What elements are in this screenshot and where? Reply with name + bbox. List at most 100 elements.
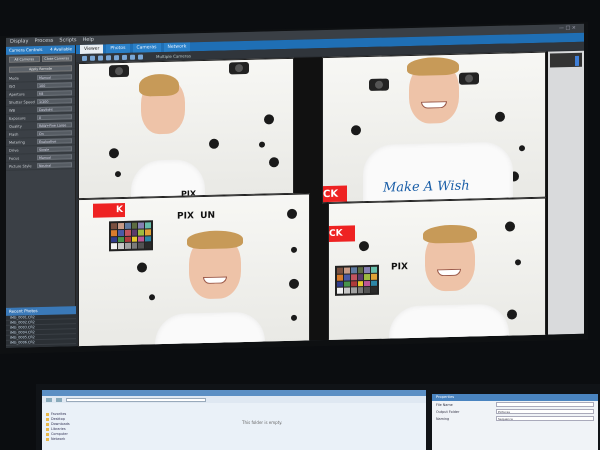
camera-feed-2[interactable]: CK Make A Wish [322, 51, 546, 204]
color-swatch [364, 280, 371, 287]
histogram-panel [548, 50, 584, 335]
color-swatch [337, 287, 343, 294]
camera-feed-4[interactable]: CK PIX [328, 197, 546, 343]
setting-value-select[interactable]: f/8 [37, 90, 72, 97]
setting-label: Exposure [9, 115, 26, 121]
properties-list: File Name Output Folder Pictures Naming Sequ… [432, 401, 598, 422]
properties-title[interactable]: Properties [432, 394, 598, 401]
menu-item-process[interactable]: Process [34, 37, 53, 46]
color-swatch [357, 267, 364, 274]
folder-item[interactable]: Network [46, 437, 96, 442]
color-swatch [131, 236, 138, 243]
histogram-chart [550, 52, 582, 68]
color-swatch [364, 266, 371, 273]
properties-window: Properties File Name Output Folder Picture… [432, 394, 598, 450]
setting-value-select[interactable]: Manual [37, 154, 72, 161]
setting-value-select[interactable]: Single [37, 146, 72, 153]
color-swatch [364, 287, 371, 294]
camera-grid: PIX CK Make A Wish K PIX UN CK PIX [78, 51, 548, 348]
color-swatch [343, 267, 350, 274]
capture-icon[interactable] [138, 54, 143, 60]
property-row: File Name [432, 401, 598, 408]
color-swatch [371, 287, 377, 293]
color-swatch [117, 229, 124, 236]
property-label: Naming [436, 416, 450, 421]
shirt-logo-text: Make A Wish [383, 178, 470, 196]
list-item[interactable]: IMG_0006.CR2 [6, 339, 76, 346]
recent-photos-list: IMG_0001.CR2 IMG_0002.CR2 IMG_0003.CR2 IMG_… [6, 314, 76, 346]
color-swatch [124, 243, 131, 249]
setting-value-select[interactable]: 1/200 [37, 98, 72, 105]
color-swatch [371, 273, 377, 280]
view-mode-select[interactable]: Multiple Cameras [156, 53, 191, 59]
color-swatch [138, 242, 145, 249]
color-swatch [111, 229, 117, 236]
camera-feed-1[interactable]: PIX [78, 57, 294, 200]
recent-photos-panel: Recent Photos IMG_0001.CR2 IMG_0002.CR2 IM… [6, 306, 76, 348]
color-swatch [117, 236, 124, 243]
rotate-tool-icon[interactable] [106, 54, 111, 60]
color-swatch [131, 229, 138, 236]
strobe-light-icon [369, 78, 389, 91]
menu-item-help[interactable]: Help [83, 36, 94, 45]
red-marker: K [93, 202, 125, 218]
color-swatch [364, 273, 371, 280]
setting-label: Focus [9, 156, 20, 161]
menu-item-display[interactable]: Display [10, 37, 28, 46]
forward-icon[interactable] [56, 397, 62, 402]
color-swatch [111, 236, 117, 243]
color-checker-chart [109, 220, 153, 252]
setting-value-select[interactable]: RAW+Fine Large [37, 122, 72, 129]
single-view-icon[interactable] [122, 54, 127, 60]
zoom-tool-icon[interactable] [98, 54, 103, 61]
secondary-monitor: Favorites Desktop Downloads Libraries Comput… [36, 384, 600, 450]
color-swatch [131, 242, 138, 249]
move-tool-icon[interactable] [90, 55, 95, 61]
camera-count: 4 Available [50, 46, 72, 52]
menu-item-scripts[interactable]: Scripts [59, 36, 76, 45]
back-icon[interactable] [46, 397, 52, 402]
color-swatch [124, 222, 131, 229]
setting-label: Drive [9, 148, 19, 153]
close-cameras-button[interactable]: Close Cameras [41, 55, 72, 62]
file-explorer-window: Favorites Desktop Downloads Libraries Comput… [42, 390, 426, 450]
color-swatch [131, 222, 138, 229]
setting-value-select[interactable]: 0 [37, 114, 72, 121]
setting-value-select[interactable]: Evaluative [37, 138, 72, 145]
all-cameras-button[interactable]: All Cameras [9, 56, 40, 63]
property-value-field[interactable]: Pictures [496, 409, 594, 414]
setting-value-select[interactable]: Neutral [37, 162, 72, 169]
property-row: Output Folder Pictures [432, 408, 598, 415]
color-swatch [337, 281, 343, 288]
setting-label: Quality [9, 123, 22, 129]
explorer-address-bar [42, 396, 426, 403]
color-swatch [145, 229, 151, 235]
select-tool-icon[interactable] [82, 55, 87, 61]
grid-view-icon[interactable] [114, 54, 119, 60]
property-value-field[interactable] [496, 402, 594, 407]
setting-label: Flash [9, 132, 19, 137]
color-swatch [371, 266, 377, 273]
setting-label: Aperture [9, 91, 25, 97]
setting-value-select[interactable]: 100 [37, 82, 72, 89]
apply-remote-button[interactable]: Apply Remote [9, 65, 72, 73]
color-swatch [343, 274, 350, 281]
address-input[interactable] [66, 397, 206, 402]
strobe-light-icon [459, 72, 479, 85]
window-controls[interactable]: — □ × [559, 24, 576, 33]
empty-folder-message: This folder is empty. [242, 420, 283, 425]
camera-controls-panel: Camera Controls 4 Available All Cameras … [6, 45, 76, 348]
color-swatch [350, 280, 357, 287]
compare-view-icon[interactable] [130, 54, 135, 60]
color-swatch [350, 267, 357, 274]
setting-value-select[interactable]: On [37, 130, 72, 137]
setting-value-select[interactable]: Daylight [37, 106, 72, 113]
camera-feed-3[interactable]: K PIX UN [78, 193, 310, 348]
brand-logo-suffix: UN [200, 210, 216, 222]
property-value-field[interactable]: Sequence [496, 416, 594, 421]
setting-value-select[interactable]: Manual [37, 74, 72, 81]
strobe-light-icon [109, 64, 129, 78]
brand-logo-text: PIX [391, 262, 408, 273]
color-swatch [138, 229, 145, 236]
color-swatch [111, 223, 117, 230]
